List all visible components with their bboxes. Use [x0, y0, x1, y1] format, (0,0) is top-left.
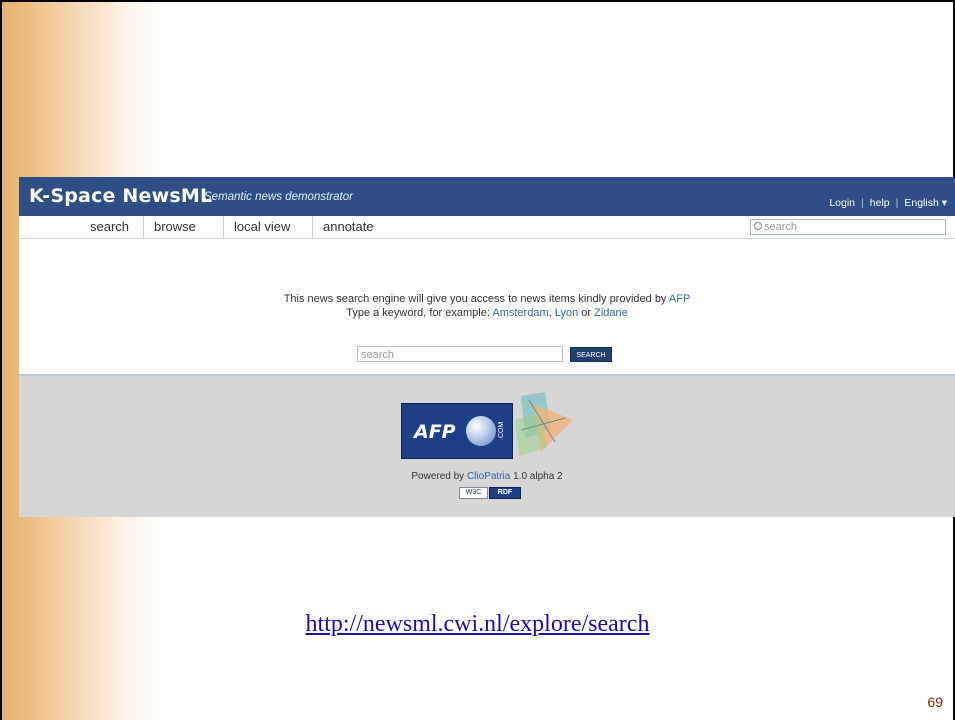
example-comma: , — [548, 307, 552, 319]
tab-annotate[interactable]: annotate — [312, 216, 384, 238]
nav-search-placeholder: search — [764, 221, 798, 233]
language-select[interactable]: English ▾ — [904, 197, 947, 209]
intro-sentence: This news search engine will give you ac… — [283, 293, 667, 305]
main-search-input[interactable]: search — [357, 346, 563, 362]
powered-version: 1.0 alpha 2 — [513, 471, 563, 482]
afp-logo[interactable]: AFP .COM — [401, 403, 513, 459]
slide-url-link[interactable]: http://newsml.cwi.nl/explore/search — [0, 611, 955, 638]
search-icon — [754, 222, 762, 231]
main-content: This news search engine will give you ac… — [19, 239, 955, 376]
example-link-lyon[interactable]: Lyon — [555, 307, 578, 319]
separator: | — [861, 197, 864, 209]
example-link-amsterdam[interactable]: Amsterdam — [492, 307, 548, 319]
example-text: Type a keyword, for example: Amsterdam, … — [19, 307, 955, 319]
cliopatria-link[interactable]: ClioPatria — [467, 471, 510, 482]
brand-title: K-Space NewsML — [29, 185, 213, 207]
example-prefix: Type a keyword, for example: — [346, 307, 490, 319]
afp-logo-text: AFP — [414, 421, 456, 443]
powered-prefix: Powered by — [411, 471, 465, 482]
tab-search[interactable]: search — [80, 216, 139, 238]
login-link[interactable]: Login — [829, 197, 855, 209]
rdf-badge[interactable]: RDF — [489, 487, 521, 499]
tab-local-view[interactable]: local view — [223, 216, 300, 238]
cliopatria-logo-icon[interactable] — [511, 390, 591, 464]
nav-search-input[interactable]: search — [750, 219, 946, 235]
top-links: Login | help | English ▾ — [829, 197, 947, 209]
afp-link[interactable]: AFP — [669, 293, 690, 305]
browser-screenshot: K-Space NewsML Semantic news demonstrato… — [19, 177, 955, 517]
page-number: 69 — [927, 694, 943, 710]
tab-browse[interactable]: browse — [143, 216, 206, 238]
w3c-badge[interactable]: W3C — [459, 487, 488, 499]
slide: K-Space NewsML Semantic news demonstrato… — [0, 0, 955, 720]
search-button[interactable]: SEARCH — [570, 347, 612, 362]
footer: AFP .COM Powered by ClioPatria 1.0 alpha… — [19, 376, 955, 517]
help-link[interactable]: help — [870, 197, 890, 209]
example-or: or — [581, 307, 592, 319]
afp-logo-com: .COM — [498, 421, 505, 440]
example-link-zidane[interactable]: Zidane — [594, 307, 628, 319]
header-bar: K-Space NewsML Semantic news demonstrato… — [19, 177, 955, 216]
intro-text: This news search engine will give you ac… — [19, 293, 955, 305]
nav-bar: search browse local view annotate search — [19, 216, 955, 239]
globe-icon — [466, 416, 496, 446]
powered-by: Powered by ClioPatria 1.0 alpha 2 — [19, 471, 955, 482]
badges: W3C RDF — [459, 487, 521, 499]
brand-tagline: Semantic news demonstrator — [204, 191, 353, 203]
separator: | — [895, 197, 899, 209]
